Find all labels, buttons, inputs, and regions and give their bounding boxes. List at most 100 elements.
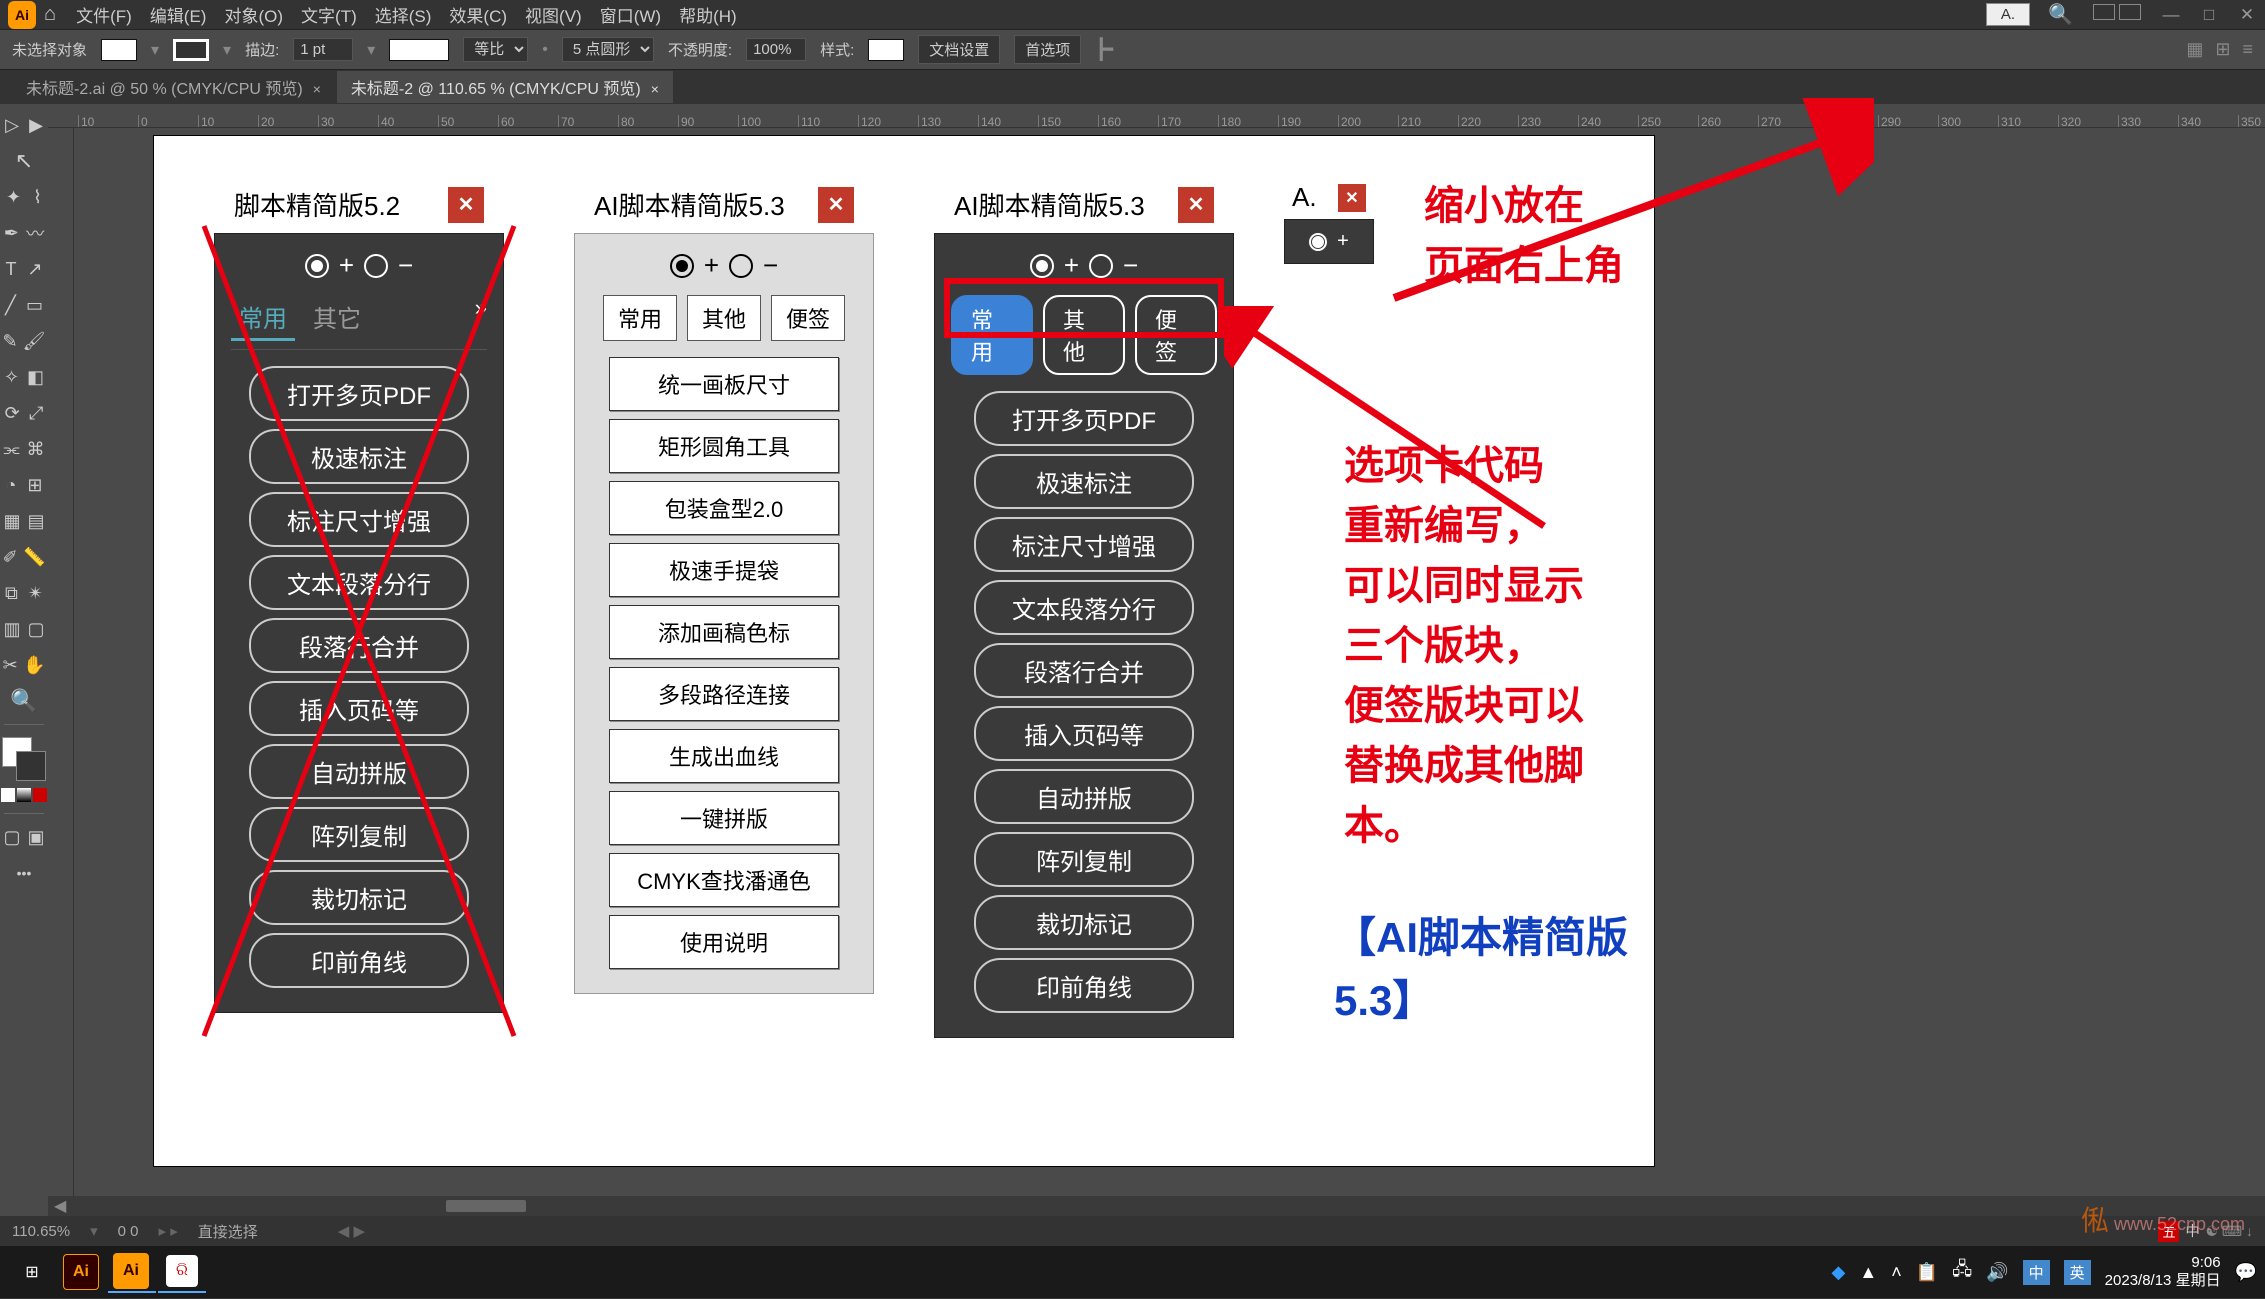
tab-other[interactable]: 其它: [305, 295, 369, 341]
script-button[interactable]: 自动拼版: [974, 769, 1194, 824]
script-button[interactable]: 插入页码等: [974, 706, 1194, 761]
tool-selection[interactable]: ▷▶: [0, 108, 48, 142]
tool-type[interactable]: T↗: [0, 252, 48, 286]
style-swatch[interactable]: [868, 39, 904, 61]
align-icon[interactable]: ┣╸: [1095, 37, 1119, 62]
docked-minipanel[interactable]: A.: [1986, 3, 2030, 26]
edit-toolbar[interactable]: •••: [0, 856, 48, 890]
doc-tab-2[interactable]: 未标题-2 @ 110.65 % (CMYK/CPU 预览)×: [337, 71, 673, 103]
script-button[interactable]: 文本段落分行: [249, 555, 469, 610]
tool-line-rect[interactable]: ╱▭: [0, 288, 48, 322]
tool-shape-builder[interactable]: ◔⊞: [0, 468, 48, 502]
canvas[interactable]: 脚本精简版5.2 ✕ + − 常用 其它 »: [74, 128, 2265, 1196]
menu-icon[interactable]: ≡: [2242, 39, 2253, 60]
fill-swatch[interactable]: [101, 39, 137, 61]
volume-icon[interactable]: 🔊: [1986, 1262, 2008, 1283]
search-icon[interactable]: 🔍: [2048, 2, 2073, 27]
taskbar-app-ai[interactable]: Ai: [58, 1251, 106, 1293]
script-button[interactable]: 打开多页PDF: [974, 391, 1194, 446]
menu-object[interactable]: 对象(O): [224, 2, 283, 27]
radio-1[interactable]: [670, 254, 694, 278]
tab-common[interactable]: 常用: [231, 295, 295, 341]
close-icon[interactable]: ✕: [818, 187, 854, 223]
script-button[interactable]: 印前角线: [249, 933, 469, 988]
script-button[interactable]: 包装盒型2.0: [609, 481, 839, 535]
maximize-icon[interactable]: □: [2199, 5, 2219, 25]
radio-2[interactable]: [1089, 254, 1113, 278]
script-button[interactable]: 生成出血线: [609, 729, 839, 783]
tool-zoom[interactable]: 🔍: [0, 684, 48, 718]
tool-pen-curve[interactable]: ✒〰: [0, 216, 48, 250]
tool-blend-symbol[interactable]: ⧉✴: [0, 576, 48, 610]
uniform-select[interactable]: 等比: [463, 37, 528, 62]
menu-select[interactable]: 选择(S): [375, 2, 432, 27]
tab-other[interactable]: 其他: [687, 295, 761, 341]
script-button[interactable]: 添加画稿色标: [609, 605, 839, 659]
tray-icon[interactable]: 📋: [1916, 1262, 1938, 1283]
radio-2[interactable]: [729, 254, 753, 278]
snap-icon[interactable]: ⊞: [2215, 39, 2230, 60]
tool-width-warp[interactable]: ⫘⌘: [0, 432, 48, 466]
script-button[interactable]: 极速手提袋: [609, 543, 839, 597]
scrollbar-horizontal[interactable]: ◀: [48, 1196, 2265, 1216]
menu-help[interactable]: 帮助(H): [679, 2, 737, 27]
notifications-icon[interactable]: 💬: [2235, 1262, 2257, 1283]
network-icon[interactable]: 🖧: [1952, 1257, 1972, 1287]
tool-eyedrop-measure[interactable]: ✐📏: [0, 540, 48, 574]
script-button[interactable]: 段落行合并: [249, 618, 469, 673]
close-icon[interactable]: ×: [651, 81, 659, 97]
zoom-level[interactable]: 110.65%: [12, 1223, 70, 1240]
radio-1[interactable]: [1309, 233, 1327, 251]
profile-select[interactable]: 5 点圆形: [562, 37, 654, 62]
menu-file[interactable]: 文件(F): [76, 2, 132, 27]
script-button[interactable]: 矩形圆角工具: [609, 419, 839, 473]
radio-1[interactable]: [1030, 254, 1054, 278]
home-icon[interactable]: ⌂: [44, 3, 56, 26]
tool-graph-artboard[interactable]: ▥▢: [0, 612, 48, 646]
radio-2[interactable]: [364, 254, 388, 278]
script-button[interactable]: 打开多页PDF: [249, 366, 469, 421]
tab-common[interactable]: 常用: [603, 295, 677, 341]
color-control[interactable]: [2, 737, 46, 781]
color-modes[interactable]: [0, 783, 48, 807]
tool-rotate-scale[interactable]: ⟳⤢: [0, 396, 48, 430]
tool-wand-lasso[interactable]: ✦⌇: [0, 180, 48, 214]
start-button[interactable]: ⊞: [8, 1251, 56, 1293]
radio-1[interactable]: [305, 254, 329, 278]
brush-swatch[interactable]: [389, 39, 449, 61]
prefs-button[interactable]: 首选项: [1014, 35, 1081, 64]
tray-up-icon[interactable]: ˄: [1891, 1262, 1902, 1283]
menu-effect[interactable]: 效果(C): [449, 2, 507, 27]
menu-window[interactable]: 窗口(W): [600, 2, 661, 27]
tool-mesh-gradient[interactable]: ▦▤: [0, 504, 48, 538]
script-button[interactable]: 使用说明: [609, 915, 839, 969]
artboard-nav[interactable]: 0 0: [118, 1223, 139, 1240]
script-button[interactable]: 阵列复制: [249, 807, 469, 862]
stroke-weight-input[interactable]: [293, 38, 353, 61]
menu-edit[interactable]: 编辑(E): [150, 2, 207, 27]
close-icon[interactable]: ×: [313, 81, 321, 97]
tray-icon[interactable]: ◆: [1832, 1262, 1846, 1283]
workspace-switcher[interactable]: [2091, 4, 2143, 25]
menu-view[interactable]: 视图(V): [525, 2, 582, 27]
script-button[interactable]: 段落行合并: [974, 643, 1194, 698]
grid-icon[interactable]: ▦: [2186, 39, 2203, 60]
ime-cn[interactable]: 中: [2023, 1260, 2050, 1285]
clock[interactable]: 9:06 2023/8/13 星期日: [2105, 1254, 2221, 1290]
close-icon[interactable]: ✕: [1178, 187, 1214, 223]
script-button[interactable]: 文本段落分行: [974, 580, 1194, 635]
script-button[interactable]: 标注尺寸增强: [249, 492, 469, 547]
opacity-input[interactable]: [746, 38, 806, 61]
script-button[interactable]: CMYK查找潘通色: [609, 853, 839, 907]
script-button[interactable]: 极速标注: [974, 454, 1194, 509]
close-icon[interactable]: ✕: [448, 187, 484, 223]
script-button[interactable]: 插入页码等: [249, 681, 469, 736]
tool-brush[interactable]: ✎🖌: [0, 324, 48, 358]
script-button[interactable]: 阵列复制: [974, 832, 1194, 887]
doc-setup-button[interactable]: 文档设置: [918, 35, 1000, 64]
script-button[interactable]: 多段路径连接: [609, 667, 839, 721]
script-button[interactable]: 极速标注: [249, 429, 469, 484]
script-button[interactable]: 一键拼版: [609, 791, 839, 845]
tool-shaper-erase[interactable]: ✧◧: [0, 360, 48, 394]
script-button[interactable]: 裁切标记: [974, 895, 1194, 950]
